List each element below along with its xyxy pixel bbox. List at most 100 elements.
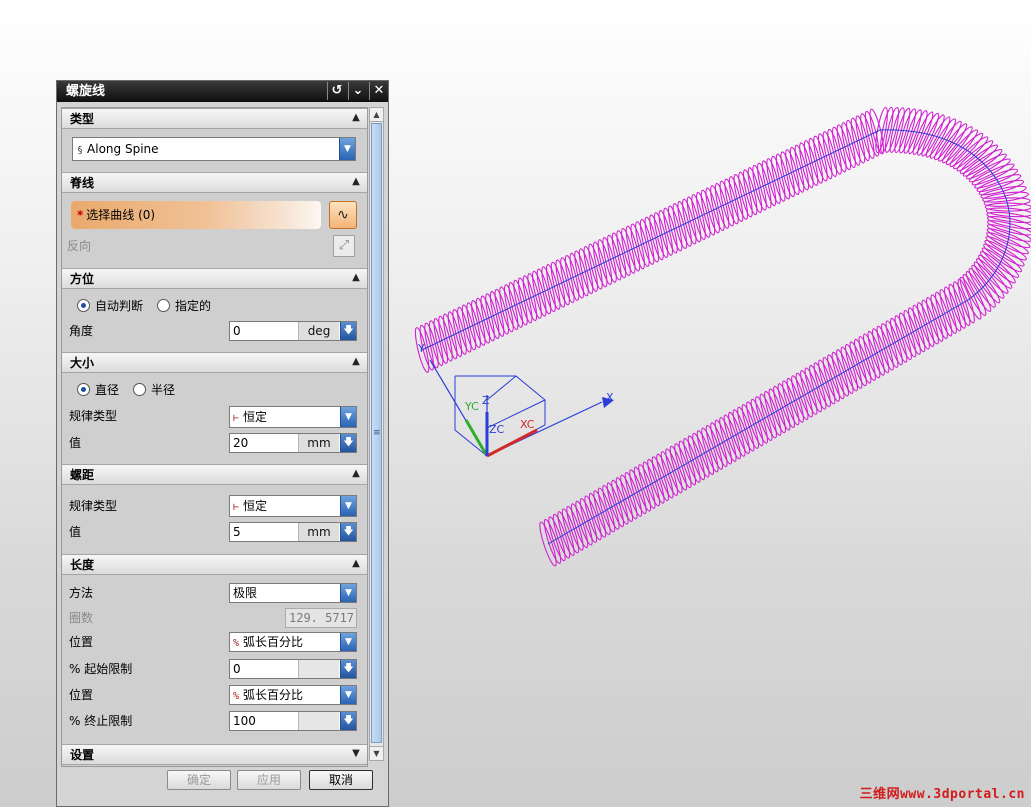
pitch-unit: mm [298, 523, 339, 541]
pitch-value-label: 值 [69, 525, 82, 539]
radio-auto-infer[interactable]: 自动判断 [77, 297, 143, 315]
chevron-down-icon[interactable]: ▼ [349, 747, 363, 761]
size-unit: mm [298, 434, 339, 452]
radio-dot[interactable] [133, 383, 146, 396]
axis-label-y: Y [417, 342, 425, 355]
position1-label: 位置 [69, 635, 94, 649]
curve-select-icon[interactable]: ∿ [329, 201, 357, 229]
cancel-button[interactable]: 取消 [309, 770, 373, 790]
size-law-type-value: 恒定 [243, 410, 268, 424]
method-value: 极限 [233, 586, 258, 600]
site-watermark: 三维网www.3dportal.cn [859, 787, 1025, 802]
angle-value: 0 [233, 324, 241, 338]
turns-output: 129. 5717 [285, 608, 357, 628]
scroll-down-icon[interactable]: ▼ [370, 746, 383, 760]
reset-icon[interactable]: ↺ [327, 82, 346, 100]
dropdown-arrow-icon[interactable]: ▼ [340, 496, 356, 516]
section-pitch-header[interactable]: 螺距 ▲ [62, 464, 367, 485]
section-pitch-title: 螺距 [70, 468, 95, 482]
radio-radius[interactable]: 半径 [133, 381, 175, 399]
start-limit-value: 0 [233, 662, 241, 676]
law-constant-icon: ⊢ [233, 413, 240, 424]
helix-dialog: 螺旋线 ↺ ⌄ ✕ 类型 ▲ § Along Spine ▼ 脊线 ▲ * 选择曲线… [56, 80, 389, 807]
chevron-up-icon[interactable]: ▲ [349, 355, 363, 369]
radio-specified[interactable]: 指定的 [157, 297, 211, 315]
pitch-value: 5 [233, 525, 241, 539]
section-size-header[interactable]: 大小 ▲ [62, 352, 367, 373]
chevron-up-icon[interactable]: ▲ [349, 175, 363, 189]
section-spine-title: 脊线 [70, 176, 95, 190]
radio-radius-label: 半径 [151, 383, 176, 397]
radio-diameter[interactable]: 直径 [77, 381, 119, 399]
type-dropdown[interactable]: § Along Spine ▼ [72, 137, 356, 161]
helix-curve[interactable] [413, 106, 1031, 568]
dialog-content: 类型 ▲ § Along Spine ▼ 脊线 ▲ * 选择曲线 (0) ∿ 反向 … [61, 107, 368, 767]
down-arrow-icon[interactable]: 🡇 [340, 660, 356, 678]
law-constant-icon: ⊢ [233, 502, 240, 513]
apply-button[interactable]: 应用 [237, 770, 301, 790]
radio-dot[interactable] [157, 299, 170, 312]
end-limit-unit-blank [298, 712, 339, 730]
scroll-up-icon[interactable]: ▲ [370, 108, 383, 122]
select-curve-field[interactable]: * 选择曲线 (0) [71, 201, 321, 229]
dropdown-arrow-icon[interactable]: ▼ [340, 407, 356, 427]
radio-dot[interactable] [77, 299, 90, 312]
ok-button[interactable]: 确定 [167, 770, 231, 790]
position2-value: 弧长百分比 [243, 688, 304, 702]
radio-specified-label: 指定的 [175, 299, 212, 313]
close-icon[interactable]: ✕ [369, 82, 388, 100]
chevron-up-icon[interactable]: ▲ [349, 557, 363, 571]
start-limit-unit-blank [298, 660, 339, 678]
arc-percent-icon: % [233, 691, 240, 702]
chevron-down-icon[interactable]: ⌄ [348, 82, 367, 100]
method-dropdown[interactable]: 极限 ▼ [229, 583, 357, 603]
down-arrow-icon[interactable]: 🡇 [340, 434, 356, 452]
section-orientation-header[interactable]: 方位 ▲ [62, 268, 367, 289]
size-law-type-dropdown[interactable]: ⊢ 恒定 ▼ [229, 406, 357, 428]
angle-input[interactable]: 0 deg 🡇 [229, 321, 357, 341]
size-value-input[interactable]: 20 mm 🡇 [229, 433, 357, 453]
down-arrow-icon[interactable]: 🡇 [340, 523, 356, 541]
dropdown-arrow-icon[interactable]: ▼ [340, 686, 356, 704]
chevron-up-icon[interactable]: ▲ [349, 111, 363, 125]
chevron-up-icon[interactable]: ▲ [349, 271, 363, 285]
axis-label-zc: ZC [489, 423, 505, 436]
down-arrow-icon[interactable]: 🡇 [340, 322, 356, 340]
section-type-header[interactable]: 类型 ▲ [62, 108, 367, 129]
radio-diameter-label: 直径 [95, 383, 120, 397]
start-limit-label: % 起始限制 [69, 662, 133, 676]
reverse-label: 反向 [67, 239, 92, 253]
start-limit-input[interactable]: 0 🡇 [229, 659, 357, 679]
position2-dropdown[interactable]: % 弧长百分比 ▼ [229, 685, 357, 705]
end-limit-input[interactable]: 100 🡇 [229, 711, 357, 731]
size-value: 20 [233, 436, 249, 450]
pitch-law-type-dropdown[interactable]: ⊢ 恒定 ▼ [229, 495, 357, 517]
reverse-direction-icon[interactable]: ⤢ [333, 235, 355, 257]
grip-icon: ≡ [373, 428, 381, 438]
radio-dot[interactable] [77, 383, 90, 396]
helix-type-icon: § [77, 145, 84, 156]
required-marker: * [77, 208, 84, 222]
section-length-header[interactable]: 长度 ▲ [62, 554, 367, 575]
position1-value: 弧长百分比 [243, 635, 304, 649]
position2-label: 位置 [69, 688, 94, 702]
axis-label-z: Z [482, 394, 490, 407]
dropdown-arrow-icon[interactable]: ▼ [340, 584, 356, 602]
section-type-title: 类型 [70, 112, 95, 126]
dialog-scrollbar[interactable]: ▲ ≡ ▼ [369, 107, 384, 761]
chevron-up-icon[interactable]: ▲ [349, 467, 363, 481]
dropdown-arrow-icon[interactable]: ▼ [340, 633, 356, 651]
pitch-law-type-label: 规律类型 [69, 499, 118, 513]
down-arrow-icon[interactable]: 🡇 [340, 712, 356, 730]
radio-auto-label: 自动判断 [95, 299, 144, 313]
pitch-value-input[interactable]: 5 mm 🡇 [229, 522, 357, 542]
scrollbar-thumb[interactable]: ≡ [371, 123, 382, 743]
angle-label: 角度 [69, 324, 94, 338]
section-spine-header[interactable]: 脊线 ▲ [62, 172, 367, 193]
section-settings-header[interactable]: 设置 ▼ [62, 744, 367, 765]
section-size-title: 大小 [70, 356, 95, 370]
dropdown-arrow-icon[interactable]: ▼ [339, 138, 355, 160]
size-value-label: 值 [69, 436, 82, 450]
position1-dropdown[interactable]: % 弧长百分比 ▼ [229, 632, 357, 652]
section-length-title: 长度 [70, 558, 95, 572]
